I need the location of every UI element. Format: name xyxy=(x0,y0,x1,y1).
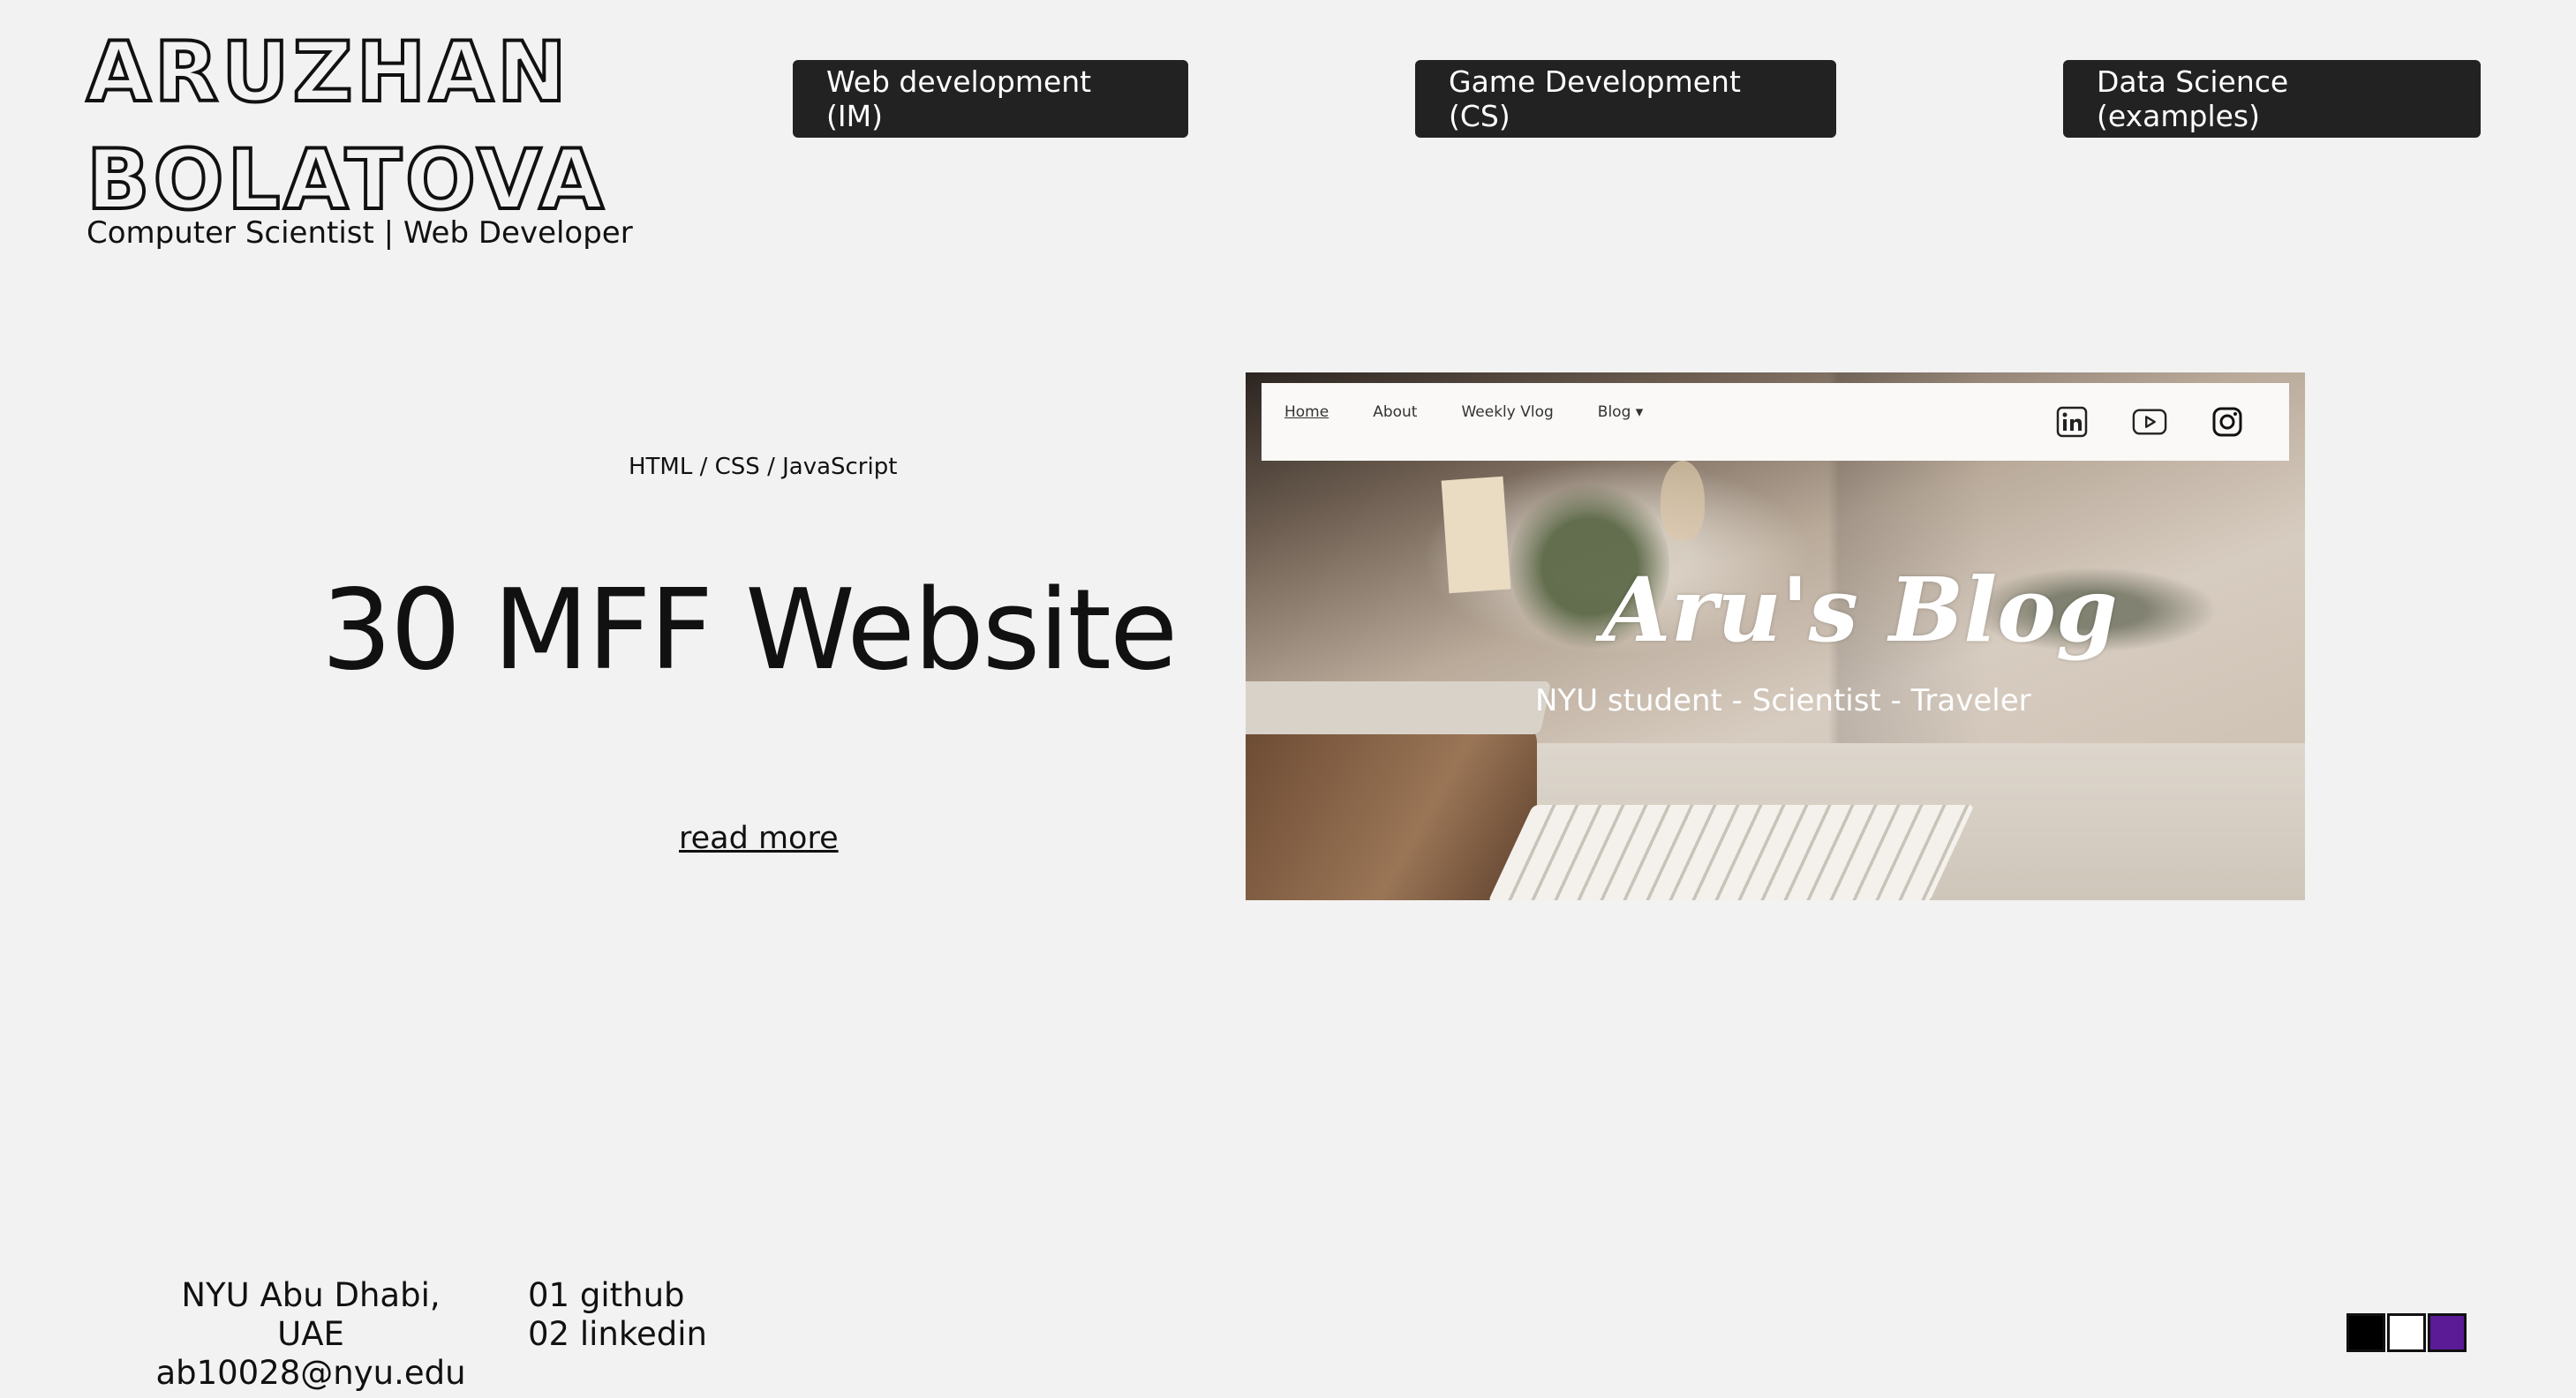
linkedin-link[interactable]: 02 linkedin xyxy=(528,1315,707,1354)
youtube-icon xyxy=(2132,404,2167,440)
footer-links: 01 github 02 linkedin xyxy=(528,1276,707,1354)
game-development-button[interactable]: Game Development (CS) xyxy=(1415,60,1836,138)
linkedin-icon xyxy=(2054,404,2090,440)
preview-social-icons xyxy=(2054,404,2245,440)
theme-swatches xyxy=(2346,1313,2467,1352)
preview-nav-home: Home xyxy=(1284,403,1329,421)
project-preview-image[interactable]: Home About Weekly Vlog Blog ▾ Aru's Blog… xyxy=(1246,372,2305,900)
footer-contact: NYU Abu Dhabi, UAE ab10028@nyu.edu xyxy=(143,1276,478,1393)
preview-laptop-stand xyxy=(1246,717,1537,900)
data-science-button[interactable]: Data Science (examples) xyxy=(2063,60,2481,138)
instagram-icon xyxy=(2210,404,2245,440)
preview-nav-weekly-vlog: Weekly Vlog xyxy=(1461,403,1554,421)
footer-location: NYU Abu Dhabi, UAE xyxy=(181,1276,441,1353)
site-subtitle: Computer Scientist | Web Developer xyxy=(87,215,633,251)
preview-sticky-note xyxy=(1441,476,1511,594)
preview-navbar: Home About Weekly Vlog Blog ▾ xyxy=(1262,383,2289,461)
web-development-button[interactable]: Web development (IM) xyxy=(793,60,1188,138)
preview-blog-title: Aru's Blog xyxy=(1602,558,2118,662)
read-more-link[interactable]: read more xyxy=(679,821,839,856)
preview-blog-subtitle: NYU student - Scientist - Traveler xyxy=(1535,683,2031,718)
site-name: ARUZHAN BOLATOVA xyxy=(85,19,607,235)
theme-black-swatch[interactable] xyxy=(2346,1313,2385,1352)
theme-white-swatch[interactable] xyxy=(2387,1313,2426,1352)
project-tech-stack: HTML / CSS / JavaScript xyxy=(629,454,898,480)
theme-purple-swatch[interactable] xyxy=(2428,1313,2467,1352)
preview-nav-about: About xyxy=(1373,403,1418,421)
preview-bulb xyxy=(1661,461,1705,540)
preview-keyboard xyxy=(1488,805,1975,900)
footer-email[interactable]: ab10028@nyu.edu xyxy=(143,1354,478,1393)
preview-nav-blog: Blog ▾ xyxy=(1597,403,1644,421)
project-title: 30 MFF Website xyxy=(321,565,1178,695)
preview-laptop xyxy=(1246,681,1552,734)
github-link[interactable]: 01 github xyxy=(528,1276,707,1315)
name-first: ARUZHAN xyxy=(85,23,570,123)
